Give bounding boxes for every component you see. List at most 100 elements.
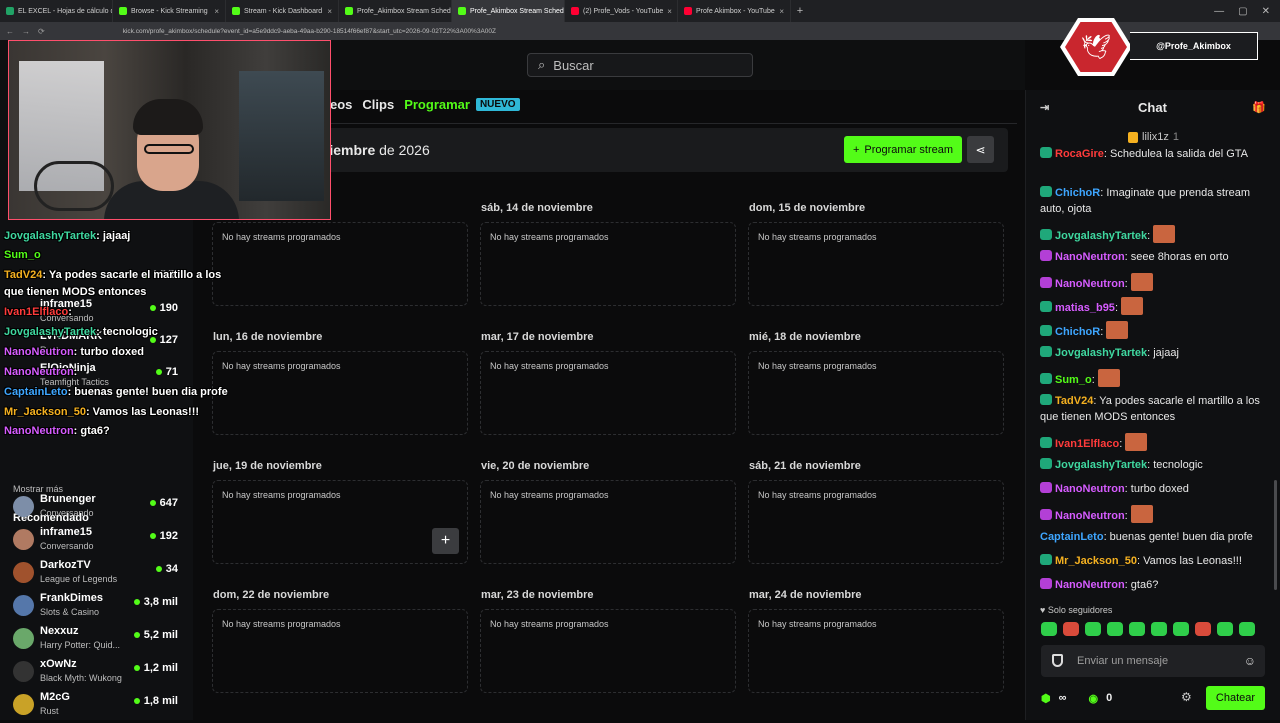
close-icon[interactable]: ×	[667, 7, 672, 16]
minimize-icon[interactable]: —	[1214, 6, 1224, 17]
chat-username[interactable]: NanoNeutron	[1055, 278, 1125, 290]
chat-text: :	[1147, 230, 1151, 242]
day-slot[interactable]: No hay streams programados	[748, 351, 1004, 435]
emote-icon[interactable]	[1151, 622, 1167, 636]
day-slot[interactable]: No hay streams programados	[480, 351, 736, 435]
day-slot[interactable]: No hay streams programados	[748, 480, 1004, 564]
gear-icon[interactable]: ⚙	[1181, 690, 1192, 704]
emote-icon[interactable]	[1063, 622, 1079, 636]
back-icon[interactable]: ←	[6, 27, 14, 36]
browser-tab[interactable]: Browse - Kick Streaming ×	[113, 0, 226, 22]
reload-icon[interactable]: ⟳	[38, 27, 45, 36]
send-chat-button[interactable]: Chatear	[1206, 686, 1265, 710]
search-icon: ⌕	[538, 57, 546, 72]
day-slot[interactable]: No hay streams programados	[212, 609, 468, 693]
close-icon[interactable]: ×	[327, 7, 332, 16]
day-label: mar, 24 de noviembre	[749, 589, 862, 601]
chat-username[interactable]: CaptainLeto	[1040, 531, 1104, 543]
chat-username[interactable]: Mr_Jackson_50	[1055, 555, 1137, 567]
sidebar-channel[interactable]: inframe15 Conversando 192	[13, 526, 183, 558]
sidebar-channel[interactable]: Brunenger Conversando 647	[13, 493, 183, 525]
overlay-chat-text: : Ya podes sacarle el martillo a los	[42, 269, 222, 281]
schedule-stream-button[interactable]: + Programar stream	[844, 136, 962, 163]
tab-title: (2) Profe_Vods - YouTube	[583, 7, 664, 15]
day-slot[interactable]: No hay streams programados	[212, 351, 468, 435]
chat-username[interactable]: Sum_o	[1055, 374, 1092, 386]
points-value: 0	[1106, 692, 1113, 704]
subscriber-badge-icon	[1040, 250, 1052, 261]
twitter-overlay: 🕊 @Profe_Akimbox	[1060, 18, 1260, 76]
avatar	[13, 595, 34, 616]
close-icon[interactable]: ×	[214, 7, 219, 16]
chat-username[interactable]: matias_b95	[1055, 302, 1115, 314]
add-stream-slot-button[interactable]: +	[432, 528, 459, 554]
chat-username[interactable]: JovgalashyTartek	[1055, 347, 1147, 359]
browser-tab[interactable]: Profe_Akimbox Stream Schedule×	[339, 0, 452, 22]
day-slot[interactable]: No hay streams programados	[480, 222, 736, 306]
gift-icon[interactable]: 🎁	[1252, 101, 1266, 114]
day-slot[interactable]: No hay streams programados	[748, 222, 1004, 306]
emote-icon[interactable]	[1129, 622, 1145, 636]
tab-programar[interactable]: Programar	[404, 97, 470, 112]
sidebar-channel[interactable]: FrankDimes Slots & Casino 3,8 mil	[13, 592, 183, 624]
browser-tab[interactable]: (2) Profe_Vods - YouTube ×	[565, 0, 678, 22]
browser-tab[interactable]: Profe_Akimbox Stream Schedule×	[452, 0, 565, 22]
chat-text: : gta6?	[1124, 579, 1159, 591]
emote-icon[interactable]	[1173, 622, 1189, 636]
emote-icon[interactable]	[1195, 622, 1211, 636]
chat-username[interactable]: NanoNeutron	[1055, 251, 1125, 263]
sidebar-channel[interactable]: M2cG Rust 1,8 mil	[13, 691, 183, 723]
chat-username[interactable]: JovgalashyTartek	[1055, 230, 1147, 242]
chat-username[interactable]: Ivan1Elflaco	[1055, 438, 1119, 450]
chat-username[interactable]: RocaGire	[1055, 148, 1104, 160]
chat-message: NanoNeutron:	[1040, 505, 1262, 524]
tab-clips[interactable]: Clips	[362, 97, 394, 112]
search-input[interactable]: ⌕ Buscar	[527, 53, 753, 77]
emote-icon[interactable]	[1085, 622, 1101, 636]
browser-tab[interactable]: EL EXCEL - Hojas de cálculo de×	[0, 0, 113, 22]
chat-username[interactable]: ChichoR	[1055, 187, 1100, 199]
collapse-chat-icon[interactable]: ⇥	[1040, 101, 1049, 114]
viewer-count: 3,8 mil	[133, 596, 178, 608]
url-text[interactable]: kick.com/profe_akimbox/schedule?event_id…	[123, 28, 496, 35]
chat-username[interactable]: NanoNeutron	[1055, 510, 1125, 522]
sidebar-channel[interactable]: xOwNz Black Myth: Wukong 1,2 mil	[13, 658, 183, 690]
tab-title: Stream - Kick Dashboard	[244, 7, 323, 15]
emote-icon[interactable]	[1217, 622, 1233, 636]
sidebar-channel[interactable]: DarkozTV League of Legends 34	[13, 559, 183, 591]
day-slot[interactable]: No hay streams programados	[480, 480, 736, 564]
empty-slot-text: No hay streams programados	[222, 619, 341, 629]
chat-scrollbar[interactable]	[1274, 480, 1277, 590]
tab-videos[interactable]: eos	[330, 97, 352, 112]
chat-username[interactable]: JovgalashyTartek	[1055, 459, 1147, 471]
emote-icon[interactable]	[1239, 622, 1255, 636]
avatar	[13, 628, 34, 649]
live-dot-icon	[149, 533, 156, 539]
close-icon[interactable]: ×	[779, 7, 784, 16]
maximize-icon[interactable]: ▢	[1238, 6, 1247, 17]
overlay-chat-text: :	[73, 366, 78, 378]
chat-input[interactable]: Enviar un mensaje ☺	[1041, 645, 1265, 677]
day-slot[interactable]: No hay streams programados	[212, 222, 468, 306]
chat-username[interactable]: NanoNeutron	[1055, 483, 1125, 495]
day-slot[interactable]: No hay streams programados	[748, 609, 1004, 693]
chat-text: : buenas gente! buen dia profe	[1103, 531, 1253, 543]
emote-icon[interactable]	[1107, 622, 1123, 636]
avatar	[13, 694, 34, 715]
emote-icon[interactable]	[1041, 622, 1057, 636]
browser-tab[interactable]: Stream - Kick Dashboard ×	[226, 0, 339, 22]
overlay-chat-text: : jajaaj	[96, 230, 131, 242]
kick-coin-icon: ◉	[1088, 692, 1099, 705]
emoji-icon[interactable]: ☺	[1244, 654, 1256, 668]
day-slot[interactable]: No hay streams programados	[480, 609, 736, 693]
share-button[interactable]: ⋖	[967, 136, 994, 163]
day-slot[interactable]: No hay streams programados	[212, 480, 468, 564]
chat-username[interactable]: ChichoR	[1055, 326, 1100, 338]
sidebar-channel[interactable]: Nexxuz Harry Potter: Quid... 5,2 mil	[13, 625, 183, 657]
new-tab-button[interactable]: +	[791, 5, 809, 17]
forward-icon[interactable]: →	[22, 27, 30, 36]
chat-username[interactable]: NanoNeutron	[1055, 579, 1125, 591]
chat-username[interactable]: TadV24	[1055, 395, 1093, 407]
close-window-icon[interactable]: ✕	[1262, 6, 1270, 17]
browser-tab[interactable]: Profe Akimbox - YouTube ×	[678, 0, 791, 22]
